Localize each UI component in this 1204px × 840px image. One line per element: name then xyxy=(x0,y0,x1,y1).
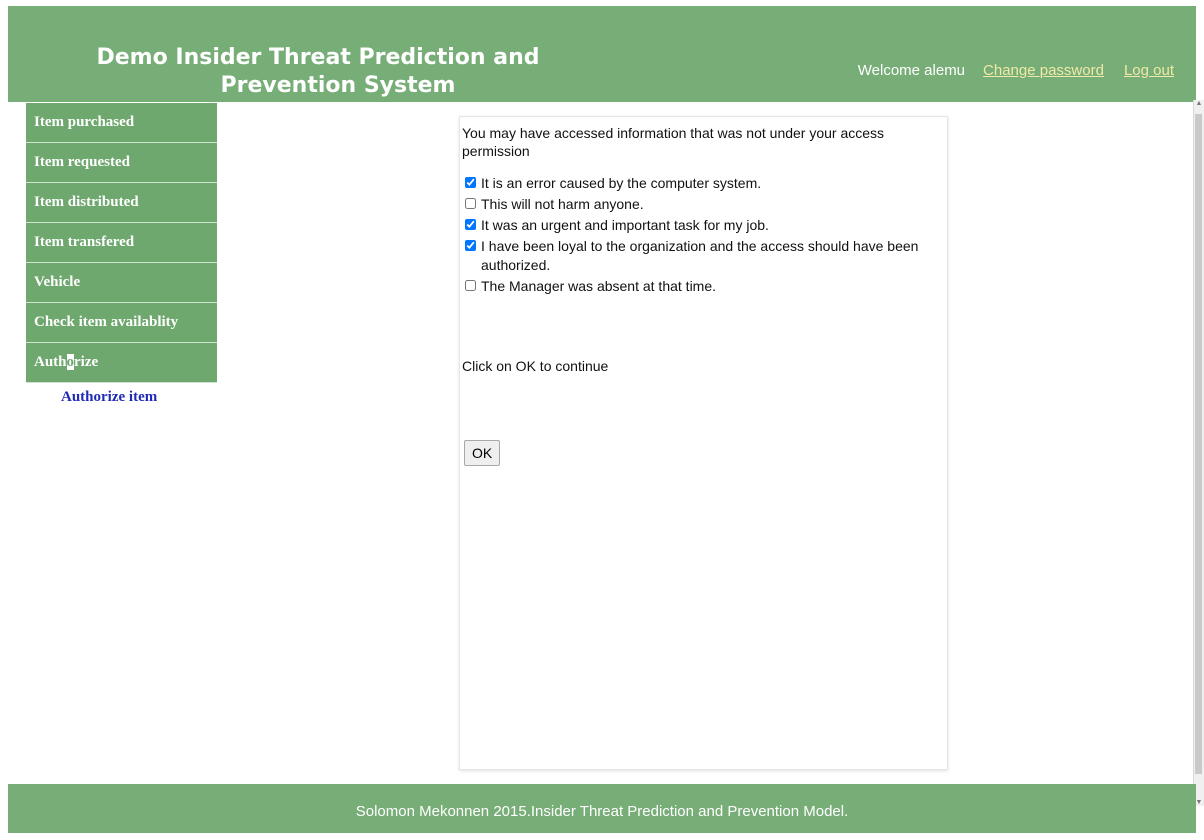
app-title-line-1: Demo Insider Threat Prediction and xyxy=(96,45,540,70)
app-title-line-2: Prevention System xyxy=(220,73,456,98)
reason-label: It was an urgent and important task for … xyxy=(481,217,769,233)
sidebar-item-authorize[interactable]: Authorize xyxy=(26,343,217,383)
reason-label: I have been loyal to the organization an… xyxy=(481,238,919,273)
access-warning-text: You may have accessed information that w… xyxy=(462,125,885,159)
reason-checkbox-system-error[interactable] xyxy=(465,177,476,188)
log-out-link[interactable]: Log out xyxy=(1124,62,1174,79)
change-password-link[interactable]: Change password xyxy=(983,62,1104,79)
sidebar-item-item-purchased[interactable]: Item purchased xyxy=(26,103,217,143)
sidebar-item-vehicle[interactable]: Vehicle xyxy=(26,263,217,303)
reason-item[interactable]: The Manager was absent at that time. xyxy=(462,277,945,296)
sidebar-item-item-distributed[interactable]: Item distributed xyxy=(26,183,217,223)
welcome-text: Welcome alemu xyxy=(857,62,966,79)
authorize-label-end: rize xyxy=(74,354,99,370)
reason-label: The Manager was absent at that time. xyxy=(481,278,717,294)
sidebar-item-item-requested[interactable]: Item requested xyxy=(26,143,217,183)
reason-label: It is an error caused by the computer sy… xyxy=(481,175,762,191)
ok-button[interactable]: OK xyxy=(464,440,501,466)
text-cursor-highlight: o xyxy=(66,354,75,370)
footer-bar: Solomon Mekonnen 2015.Insider Threat Pre… xyxy=(8,784,1196,833)
reason-checkbox-no-harm[interactable] xyxy=(465,198,476,209)
user-nav: Welcome alemu Change password Log out xyxy=(858,62,1174,79)
reason-item[interactable]: This will not harm anyone. xyxy=(462,195,945,214)
submenu-authorize-item[interactable]: Authorize item xyxy=(61,389,217,406)
reason-checkbox-manager-absent[interactable] xyxy=(465,280,476,291)
authorization-form-panel: You may have accessed information that w… xyxy=(459,116,948,770)
scrollbar-thumb[interactable] xyxy=(1195,114,1202,774)
reason-checkbox-urgent-task[interactable] xyxy=(465,219,476,230)
sidebar-item-check-item-availability[interactable]: Check item availablity xyxy=(26,303,217,343)
app-title: Demo Insider Threat Prediction and Preve… xyxy=(78,44,558,100)
reason-checkbox-loyal[interactable] xyxy=(465,240,476,251)
reason-item[interactable]: It is an error caused by the computer sy… xyxy=(462,174,945,193)
sidebar-menu: Item purchased Item requested Item distr… xyxy=(26,103,217,406)
reason-item[interactable]: I have been loyal to the organization an… xyxy=(462,237,945,275)
reason-item[interactable]: It was an urgent and important task for … xyxy=(462,216,945,235)
continue-instruction: Click on OK to continue xyxy=(462,358,609,374)
vertical-scrollbar[interactable]: ▲ ▼ xyxy=(1193,100,1204,806)
reason-checklist: It is an error caused by the computer sy… xyxy=(462,174,945,296)
footer-text: Solomon Mekonnen 2015.Insider Threat Pre… xyxy=(355,803,849,820)
scroll-up-arrow-icon[interactable]: ▲ xyxy=(1195,100,1203,107)
header-bar: Demo Insider Threat Prediction and Preve… xyxy=(8,6,1196,102)
scroll-down-arrow-icon[interactable]: ▼ xyxy=(1195,799,1203,806)
reason-label: This will not harm anyone. xyxy=(481,196,644,212)
authorize-label-start: Auth xyxy=(34,354,67,370)
sidebar-item-item-transfered[interactable]: Item transfered xyxy=(26,223,217,263)
